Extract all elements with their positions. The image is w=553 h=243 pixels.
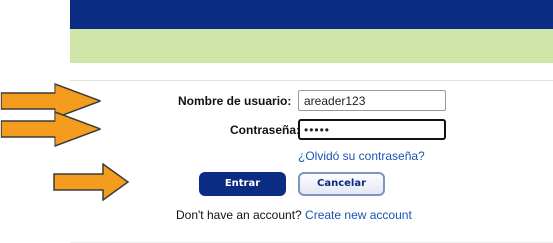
username-label: Nombre de usuario: xyxy=(178,94,292,108)
signup-prompt: Don't have an account? xyxy=(176,208,306,222)
create-account-link[interactable]: Create new account xyxy=(305,208,412,222)
pointer-arrow-icon xyxy=(53,163,129,201)
subheader-bar xyxy=(70,29,553,63)
divider xyxy=(70,80,553,81)
header-bar xyxy=(70,0,553,29)
cancel-button[interactable]: Cancelar xyxy=(298,172,385,196)
password-input[interactable] xyxy=(298,119,446,140)
signup-row: Don't have an account? Create new accoun… xyxy=(176,208,412,222)
pointer-arrow-icon xyxy=(0,111,101,147)
forgot-password-link[interactable]: ¿Olvidó su contraseña? xyxy=(298,149,425,163)
password-label: Contraseña: xyxy=(230,123,301,137)
enter-button[interactable]: Entrar xyxy=(199,172,286,196)
username-input[interactable] xyxy=(298,90,446,111)
